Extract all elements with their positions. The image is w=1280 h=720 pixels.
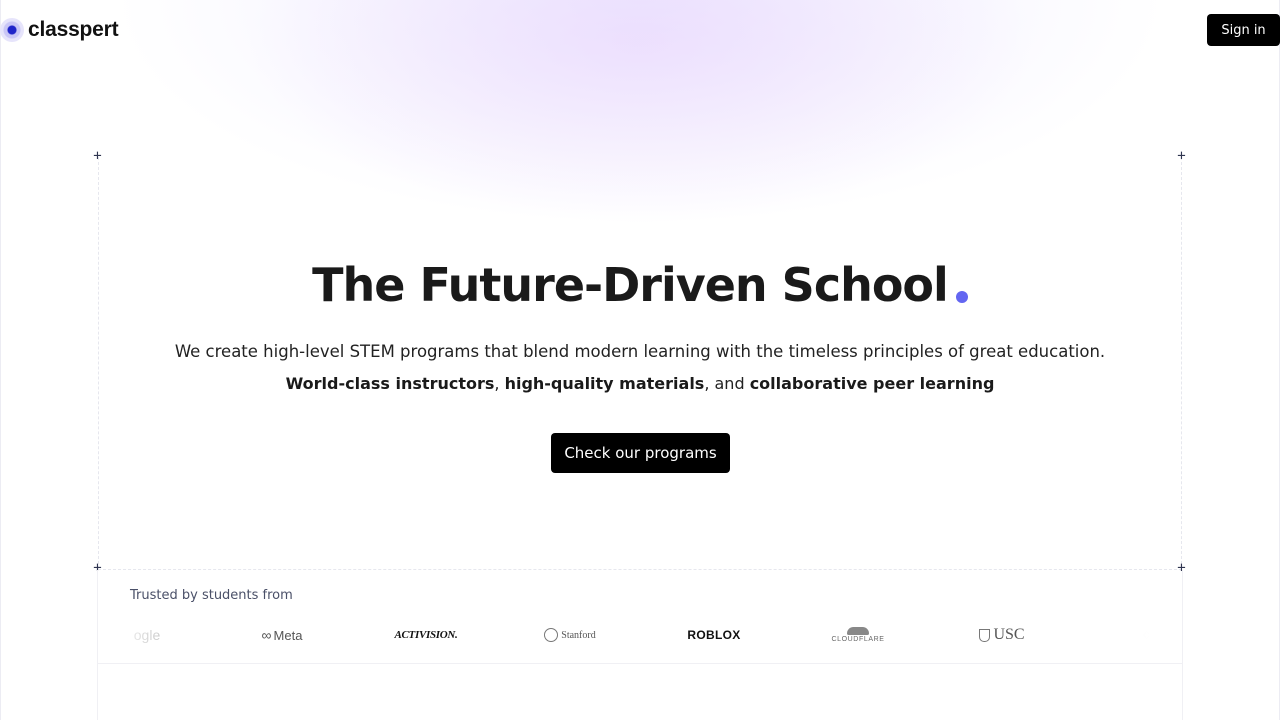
roblox-logo: ROBLOX: [659, 620, 769, 650]
hero-title: The Future-Driven School: [0, 258, 1280, 312]
highlight-separator: ,: [494, 374, 505, 393]
highlight-separator: , and: [704, 374, 750, 393]
accent-dot-icon: [955, 291, 968, 303]
concentric-circle-logo-icon: [0, 18, 24, 42]
shield-icon: [979, 628, 991, 642]
plus-icon: +: [1177, 148, 1186, 164]
plus-icon: +: [93, 148, 102, 164]
hero-highlights: World-class instructors, high-quality ma…: [0, 374, 1280, 393]
trusted-label: Trusted by students from: [130, 588, 293, 603]
highlight-peer-learning: collaborative peer learning: [749, 374, 995, 393]
brand-logo[interactable]: classpert: [0, 17, 119, 43]
meta-logo-text: Meta: [273, 627, 303, 643]
meta-infinity-icon: ∞: [261, 627, 272, 643]
meta-logo: ∞ Meta: [227, 620, 337, 650]
stanford-logo: Stanford: [515, 620, 625, 650]
activision-logo: ACTIVISION.: [371, 620, 481, 650]
stanford-logo-text: Stanford: [561, 629, 596, 641]
sign-in-button[interactable]: Sign in: [1207, 14, 1280, 46]
stanford-seal-icon: [544, 628, 559, 642]
cloudflare-logo-text: CLOUDFLARE: [831, 636, 885, 643]
activision-logo-text: ACTIVISION.: [394, 629, 458, 641]
check-programs-button[interactable]: Check our programs: [551, 433, 730, 473]
hero-title-text: The Future-Driven School: [312, 258, 949, 312]
cloudflare-logo: CLOUDFLARE: [803, 620, 913, 650]
hero-guide-frame: [98, 157, 1182, 569]
usc-logo: USC: [947, 620, 1057, 650]
carousel-fade-left: [110, 620, 170, 650]
cloud-icon: [847, 627, 869, 635]
brand-name: classpert: [28, 18, 119, 41]
hero-subtitle: We create high-level STEM programs that …: [174, 342, 1106, 361]
highlight-materials: high-quality materials: [504, 374, 705, 393]
trusted-section-divider: [97, 663, 1183, 664]
highlight-instructors: World-class instructors: [285, 374, 495, 393]
usc-logo-text: USC: [993, 626, 1025, 643]
roblox-logo-text: ROBLOX: [687, 628, 741, 642]
carousel-fade-right: [1090, 620, 1150, 650]
logo-carousel: ogle ∞Meta ACTIVISION. Stanford ROBLOX C…: [110, 620, 1150, 650]
